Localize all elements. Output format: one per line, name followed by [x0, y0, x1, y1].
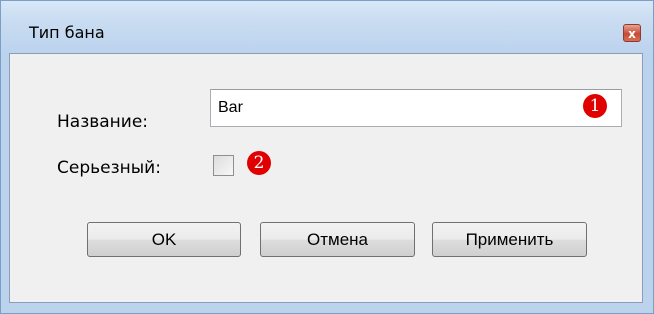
title-bar[interactable]: Тип бана x — [1, 1, 653, 53]
window-title: Тип бана — [29, 23, 105, 42]
apply-button[interactable]: Применить — [432, 222, 587, 257]
dialog-client-area: Название: 1 Серьезный: 2 OK Отмена Приме… — [9, 53, 643, 303]
close-button[interactable]: x — [623, 24, 641, 42]
annotation-marker-2: 2 — [247, 151, 271, 175]
serious-label: Серьезный: — [57, 158, 161, 178]
close-icon: x — [628, 27, 636, 41]
annotation-marker-1: 1 — [583, 94, 607, 118]
name-input[interactable] — [210, 89, 622, 127]
ok-button[interactable]: OK — [87, 222, 241, 257]
name-label: Название: — [57, 112, 149, 132]
serious-checkbox[interactable] — [213, 155, 234, 176]
cancel-button[interactable]: Отмена — [260, 222, 415, 257]
dialog-window: Тип бана x Название: 1 Серьезный: 2 OK О… — [0, 0, 654, 314]
